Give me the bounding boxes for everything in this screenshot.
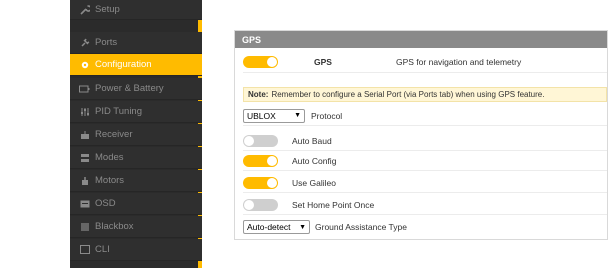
auto-baud-toggle[interactable]	[243, 134, 278, 147]
sidebar-item-label: Receiver	[95, 129, 133, 140]
motor-icon	[79, 175, 90, 186]
note-bold: Note:	[248, 90, 269, 99]
tuning-icon	[79, 106, 90, 117]
panel-title: GPS	[235, 31, 607, 48]
ground-assistance-label: Ground Assistance Type	[315, 222, 407, 232]
sidebar-item-label: CLI	[95, 244, 110, 255]
use-galileo-label: Use Galileo	[292, 177, 336, 188]
sidebar-item-osd[interactable]: OSD	[70, 193, 202, 215]
toggle-knob	[267, 155, 277, 166]
sidebar-item-cli[interactable]: CLI	[70, 239, 202, 261]
gps-feature-row: GPS GPS for navigation and telemetry	[243, 51, 607, 73]
use-galileo-row: Use Galileo	[243, 173, 607, 193]
toggle-knob	[267, 56, 277, 67]
protocol-label: Protocol	[311, 110, 343, 121]
home-point-toggle[interactable]	[243, 198, 278, 211]
serial-port-note: Note: Remember to configure a Serial Por…	[243, 87, 607, 102]
sidebar-item-label: Setup	[95, 4, 120, 15]
ground-assistance-row: Auto-detect ▼ Ground Assistance Type	[243, 217, 607, 237]
sidebar-item-ports[interactable]: Ports	[70, 32, 202, 54]
modes-icon	[79, 152, 90, 163]
auto-config-toggle[interactable]	[243, 154, 278, 167]
battery-icon	[79, 83, 90, 94]
toggle-knob	[244, 199, 254, 210]
toggle-knob	[244, 135, 254, 146]
protocol-row: UBLOX ▼ Protocol	[243, 106, 607, 126]
sidebar-item-motors[interactable]: Motors	[70, 170, 202, 192]
sidebar-item-label: Blackbox	[95, 221, 134, 232]
auto-baud-label: Auto Baud	[292, 135, 332, 146]
gps-feature-description: GPS for navigation and telemetry	[396, 56, 522, 67]
chevron-down-icon: ▼	[299, 223, 306, 231]
sidebar-item-blackbox[interactable]: Blackbox	[70, 216, 202, 238]
auto-config-label: Auto Config	[292, 155, 337, 166]
sidebar-item-receiver[interactable]: Receiver	[70, 124, 202, 146]
receiver-icon	[79, 129, 90, 140]
sidebar-item-label: PID Tuning	[95, 106, 142, 117]
sidebar-item-label: Power & Battery	[95, 83, 164, 94]
sidebar-item-setup[interactable]: Setup	[70, 0, 202, 20]
plug-icon	[79, 37, 90, 48]
toggle-knob	[267, 177, 277, 188]
gear-icon	[79, 59, 90, 70]
home-point-label: Set Home Point Once	[292, 199, 375, 210]
sidebar-item-label: Configuration	[95, 59, 152, 70]
sidebar-item-label: OSD	[95, 198, 116, 209]
ground-assistance-select[interactable]: Auto-detect ▼	[243, 220, 310, 234]
note-text: Remember to configure a Serial Port (via…	[271, 90, 545, 99]
sidebar-item-modes[interactable]: Modes	[70, 147, 202, 169]
cli-icon	[79, 244, 90, 255]
auto-baud-row: Auto Baud	[243, 131, 607, 151]
chevron-down-icon: ▼	[294, 112, 301, 119]
sidebar-item-label: Modes	[95, 152, 124, 163]
auto-config-row: Auto Config	[243, 151, 607, 171]
protocol-value: UBLOX	[247, 110, 276, 121]
use-galileo-toggle[interactable]	[243, 176, 278, 189]
gps-feature-label: GPS	[314, 56, 332, 67]
gps-toggle[interactable]	[243, 55, 278, 68]
sidebar-item-label: Motors	[95, 175, 125, 186]
ground-assistance-value: Auto-detect	[247, 222, 291, 232]
protocol-select[interactable]: UBLOX ▼	[243, 108, 305, 123]
sidebar-item-pid-tuning[interactable]: PID Tuning	[70, 101, 202, 123]
sidebar-item-label: Ports	[95, 37, 118, 48]
wrench-icon	[79, 4, 90, 15]
sidebar-item-configuration[interactable]: Configuration	[70, 54, 202, 76]
sidebar: Setup Ports Configuration Power & Batter…	[70, 0, 202, 268]
home-point-row: Set Home Point Once	[243, 195, 607, 215]
blackbox-icon	[79, 221, 90, 232]
sidebar-item-power-battery[interactable]: Power & Battery	[70, 78, 202, 100]
gps-panel: GPS GPS GPS for navigation and telemetry…	[234, 30, 608, 240]
osd-icon	[79, 198, 90, 209]
